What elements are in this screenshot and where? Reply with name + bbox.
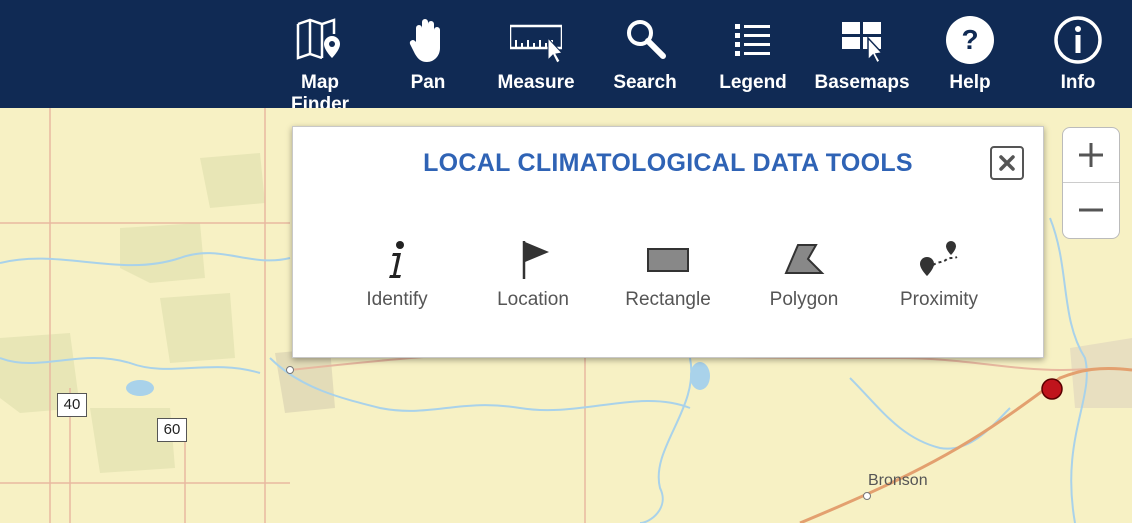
zoom-out-button[interactable] [1063,183,1119,237]
ruler-icon [510,24,562,64]
identify-icon [389,241,404,278]
question-icon: ? [946,16,994,64]
climatological-tools-panel: LOCAL CLIMATOLOGICAL DATA TOOLS Identify… [292,126,1044,358]
polygon-icon [784,244,825,274]
legend-button[interactable]: Legend [703,0,803,108]
route-shield-60: 60 [157,418,187,442]
close-button[interactable] [990,146,1024,180]
toolbar-label: Info [1060,72,1096,93]
zoom-control [1062,127,1120,239]
flag-icon [522,241,549,279]
info-icon [1054,16,1102,64]
identify-label: Identify [366,289,428,310]
top-toolbar: Map Finder Pan Measure Search Legend Bas… [0,0,1132,115]
place-label-bronson: Bronson [868,472,928,489]
map-pin-icon [296,18,340,60]
toolbar-label: Measure [497,72,575,93]
toolbar-label: Legend [719,72,787,93]
proximity-tool[interactable]: Proximity [879,237,999,317]
toolbar-label: Help [949,72,991,93]
plus-icon [1079,143,1103,167]
info-button[interactable]: Info [1028,0,1128,108]
svg-text:?: ? [961,24,978,55]
rectangle-label: Rectangle [625,289,711,310]
search-icon [627,20,666,59]
map-finder-button[interactable]: Map Finder [270,0,370,115]
location-tool[interactable]: Location [473,237,593,317]
help-button[interactable]: ? Help [920,0,1020,108]
location-label: Location [497,289,569,310]
zoom-in-button[interactable] [1063,128,1119,182]
proximity-label: Proximity [899,289,979,310]
station-marker[interactable] [1041,378,1063,400]
route-shield-40: 40 [57,393,87,417]
pan-button[interactable]: Pan [378,0,478,108]
polygon-label: Polygon [769,289,839,310]
rectangle-tool[interactable]: Rectangle [608,237,728,317]
basemaps-button[interactable]: Basemaps [812,0,912,108]
hand-icon [409,19,440,62]
search-button[interactable]: Search [595,0,695,108]
toolbar-label: Pan [410,72,446,93]
toolbar-label: Search [613,72,677,93]
close-icon [999,155,1015,171]
list-icon [735,24,770,56]
rectangle-icon [647,248,689,272]
minus-icon [1079,208,1103,212]
proximity-icon [920,241,958,276]
measure-button[interactable]: Measure [486,0,586,108]
panel-title: LOCAL CLIMATOLOGICAL DATA TOOLS [423,149,913,177]
toolbar-label: Basemaps [814,72,910,93]
identify-tool[interactable]: Identify [337,237,457,317]
basemaps-icon [842,22,884,65]
polygon-tool[interactable]: Polygon [744,237,864,317]
